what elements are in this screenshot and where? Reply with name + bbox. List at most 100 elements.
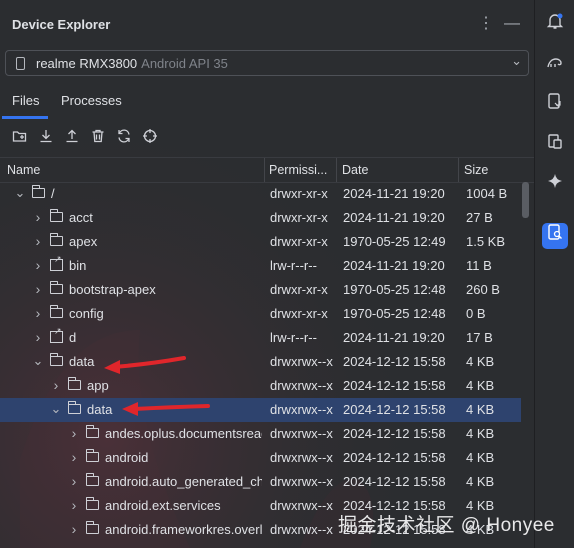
column-divider[interactable] [336, 158, 337, 182]
file-permissions: lrw-r--r-- [270, 330, 317, 345]
file-name: android.frameworkres.overlay [105, 522, 262, 537]
device-selector[interactable]: realme RMX3800 Android API 35 ⌄ [5, 50, 529, 76]
chevron-down-icon[interactable]: ⌄ [50, 402, 62, 416]
table-row[interactable]: ⌄ / drwxr-xr-x 2024-11-21 19:20 1004 B [0, 182, 521, 206]
file-permissions: drwxr-xr-x [270, 234, 328, 249]
file-permissions: drwxr-xr-x [270, 282, 328, 297]
file-permissions: drwxr-xr-x [270, 210, 328, 225]
file-permissions: drwxrwx--x [270, 402, 333, 417]
file-date: 2024-11-21 19:20 [343, 258, 445, 273]
folder-icon [49, 305, 63, 318]
chevron-right-icon[interactable]: › [68, 522, 80, 536]
file-name: bin [69, 258, 87, 273]
file-date: 2024-12-12 15:58 [343, 354, 446, 369]
folder-icon [85, 473, 99, 486]
table-row[interactable]: › config drwxr-xr-x 1970-05-25 12:48 0 B [0, 302, 521, 326]
table-row[interactable]: › android.auto_generated_characteristics_… [0, 470, 521, 494]
table-row[interactable]: › andes.oplus.documentsreader drwxrwx--x 20… [0, 422, 521, 446]
delete-icon[interactable] [88, 128, 108, 148]
file-name: apex [69, 234, 98, 249]
device-manager-icon[interactable] [542, 92, 568, 118]
file-date: 2024-12-12 15:58 [343, 474, 446, 489]
chevron-right-icon[interactable]: › [32, 210, 44, 224]
file-date: 1970-05-25 12:48 [343, 282, 446, 297]
chevron-right-icon[interactable]: › [32, 282, 44, 296]
file-name: android.ext.services [105, 498, 221, 513]
folder-icon [31, 185, 45, 198]
clipboard-icon[interactable] [542, 132, 568, 158]
file-date: 2024-12-12 15:58 [343, 378, 446, 393]
chevron-right-icon[interactable]: › [50, 378, 62, 392]
column-divider[interactable] [264, 158, 265, 182]
chevron-down-icon[interactable]: ⌄ [32, 354, 44, 368]
device-name: realme RMX3800 Android API 35 [36, 56, 228, 71]
folder-icon [85, 425, 99, 438]
file-size: 4 KB [466, 426, 495, 441]
folder-icon [85, 449, 99, 462]
file-permissions: drwxrwx--x [270, 450, 333, 465]
folder-icon [49, 233, 63, 246]
folder-icon [49, 209, 63, 222]
file-name: d [69, 330, 77, 345]
table-row[interactable]: › d lrw-r--r-- 2024-11-21 19:20 17 B [0, 326, 521, 350]
chevron-right-icon[interactable]: › [68, 426, 80, 440]
file-date: 2024-12-12 15:58 [343, 450, 446, 465]
file-name: / [51, 186, 55, 201]
right-tool-strip [534, 0, 574, 548]
download-icon[interactable] [36, 128, 56, 148]
file-size: 4 KB [466, 402, 495, 417]
notifications-icon[interactable] [542, 12, 568, 38]
file-name: acct [69, 210, 93, 225]
table-row[interactable]: › app drwxrwx--x 2024-12-12 15:58 4 KB [0, 374, 521, 398]
tab-processes[interactable]: Processes [61, 93, 122, 108]
chevron-down-icon: ⌄ [511, 53, 522, 68]
device-explorer-icon[interactable] [542, 223, 568, 249]
gradle-icon[interactable] [542, 54, 568, 80]
scrollbar[interactable] [522, 182, 529, 218]
folder-icon [67, 377, 81, 390]
gemini-icon[interactable] [542, 172, 568, 198]
file-size: 1004 B [466, 186, 508, 201]
chevron-right-icon[interactable]: › [32, 306, 44, 320]
phone-icon [16, 57, 25, 70]
table-row[interactable]: ⌄ data drwxrwx--x 2024-12-12 15:58 4 KB [0, 398, 521, 422]
new-folder-icon[interactable] [10, 128, 30, 148]
table-row[interactable]: › apex drwxr-xr-x 1970-05-25 12:49 1.5 KB [0, 230, 521, 254]
upload-icon[interactable] [62, 128, 82, 148]
file-name: android [105, 450, 149, 465]
column-divider[interactable] [458, 158, 459, 182]
file-size: 4 KB [466, 378, 495, 393]
column-permissions[interactable]: Permissi... [269, 163, 327, 177]
file-size: 17 B [466, 330, 493, 345]
sync-icon[interactable] [114, 128, 134, 148]
minimize-icon[interactable]: — [502, 14, 522, 34]
more-vertical-icon[interactable]: ⋮ [476, 14, 496, 34]
chevron-down-icon[interactable]: ⌄ [14, 186, 26, 200]
chevron-right-icon[interactable]: › [32, 330, 44, 344]
title-bar: Device Explorer ⋮ — [0, 0, 534, 48]
file-permissions: drwxr-xr-x [270, 186, 328, 201]
file-tree: ⌄ / drwxr-xr-x 2024-11-21 19:20 1004 B › acct d… [0, 182, 521, 548]
table-row[interactable]: › acct drwxr-xr-x 2024-11-21 19:20 27 B [0, 206, 521, 230]
file-date: 2024-12-12 15:58 [343, 402, 446, 417]
file-date: 2024-11-21 19:20 [343, 210, 445, 225]
chevron-right-icon[interactable]: › [32, 234, 44, 248]
table-row[interactable]: › bootstrap-apex drwxr-xr-x 1970-05-25 12:4… [0, 278, 521, 302]
tab-files[interactable]: Files [12, 93, 39, 108]
chevron-right-icon[interactable]: › [68, 474, 80, 488]
table-row[interactable]: › android drwxrwx--x 2024-12-12 15:58 4 KB [0, 446, 521, 470]
chevron-right-icon[interactable]: › [68, 498, 80, 512]
file-permissions: lrw-r--r-- [270, 258, 317, 273]
file-size: 1.5 KB [466, 234, 506, 249]
chevron-right-icon[interactable]: › [32, 258, 44, 272]
chevron-right-icon[interactable]: › [68, 450, 80, 464]
table-row[interactable]: › bin lrw-r--r-- 2024-11-21 19:20 11 B [0, 254, 521, 278]
column-size[interactable]: Size [464, 163, 488, 177]
symlink-icon [50, 326, 63, 343]
column-name[interactable]: Name [7, 163, 40, 177]
column-date[interactable]: Date [342, 163, 368, 177]
target-icon[interactable] [140, 128, 160, 148]
tab-bar: Files Processes [0, 86, 534, 120]
file-permissions: drwxrwx--x [270, 498, 333, 513]
table-row[interactable]: ⌄ data drwxrwx--x 2024-12-12 15:58 4 KB [0, 350, 521, 374]
